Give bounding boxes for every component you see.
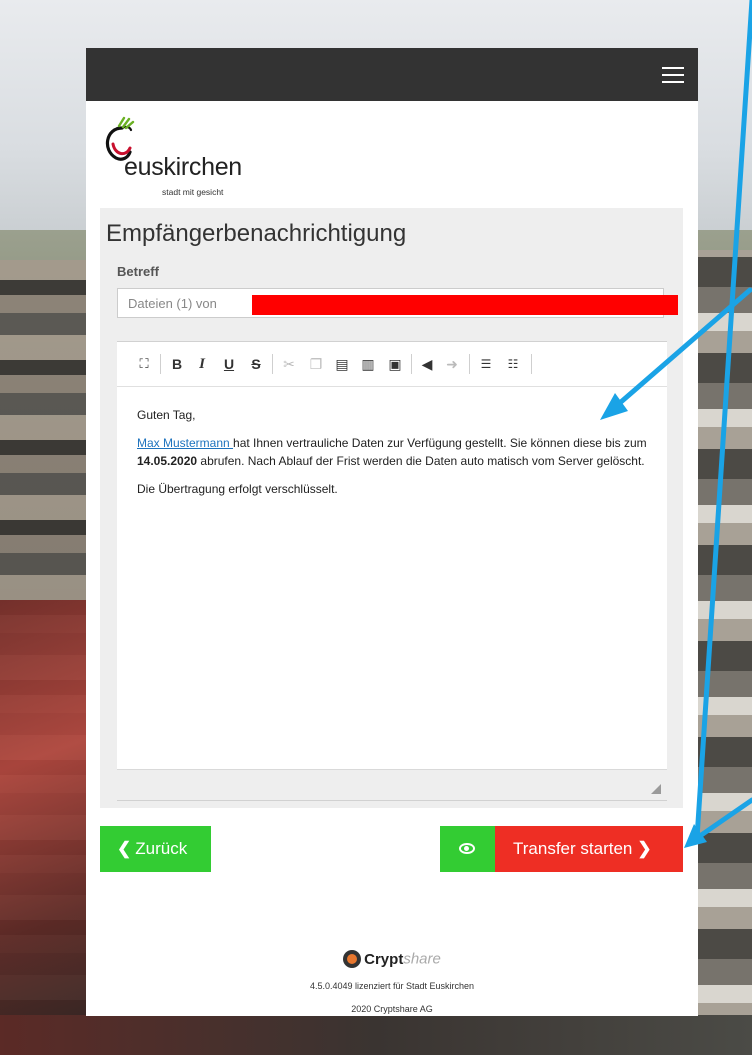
closing-text: Die Übertragung erfolgt verschlüsselt. [137,482,338,496]
start-transfer-button[interactable]: Transfer starten ❯ [495,826,683,872]
top-navigation-bar [86,48,698,101]
cryptshare-logo: Cryptshare [86,950,698,972]
notification-panel: Empfängerbenachrichtigung Betreff Dateie… [100,208,683,808]
chevron-left-icon: ❮ [117,839,132,858]
toolbar-separator [469,354,470,374]
brand-name-bold: Crypt [364,950,404,968]
subject-input[interactable]: Dateien (1) von [117,288,678,318]
copy-icon[interactable]: ❐ [307,355,325,373]
message-text-part1: hat Ihnen vertrauliche Daten zur Verfügu… [233,436,647,450]
start-transfer-label: Transfer starten [513,839,633,858]
cryptshare-logo-icon [343,950,362,968]
sender-link[interactable]: Max Mustermann [137,436,233,450]
back-button[interactable]: ❮ Zurück [100,826,211,872]
expiry-date: 14.05.2020 [137,454,198,468]
paste-word-icon[interactable]: ▣ [386,355,404,373]
toolbar-separator [272,354,273,374]
strikethrough-icon[interactable]: S [247,355,265,373]
logo-tagline: stadt mit gesicht [162,187,224,197]
rich-text-editor[interactable]: ⛶ B I U S ✂ ❐ ▤ ▥ ▣ ◀ ➜ ☰ ☷ Guten Tag, M… [117,341,667,801]
bold-icon[interactable]: B [168,355,186,373]
version-text: 4.5.0.4049 lizenziert für Stadt Euskirch… [309,981,475,991]
background-rooftops-bottom [0,1015,752,1055]
background-roof-left [0,600,90,1055]
subject-label: Betreff [117,264,159,279]
greeting-text: Guten Tag, [137,408,196,422]
message-text-part2: abrufen. Nach Ablauf der Frist werden di… [197,454,645,468]
back-button-label: Zurück [135,839,188,858]
italic-icon[interactable]: I [193,355,211,373]
eye-icon [459,843,475,854]
toolbar-separator [411,354,412,374]
subject-input-value: Dateien (1) von [128,296,217,311]
logo-wordmark: euskirchen [124,153,242,181]
underline-icon[interactable]: U [220,355,238,373]
paste-icon[interactable]: ▤ [333,355,351,373]
resize-handle-icon[interactable] [651,784,661,794]
bulleted-list-icon[interactable]: ☷ [504,355,522,373]
background-buildings-right [690,250,752,1055]
editor-statusbar [117,769,667,800]
numbered-list-icon[interactable]: ☰ [477,355,495,373]
redaction-box [252,295,678,315]
message-body[interactable]: Guten Tag, Max Mustermann hat Ihnen vert… [137,406,647,508]
copyright-text: 2020 Cryptshare AG [351,1004,433,1014]
page-title: Empfängerbenachrichtigung [106,220,407,247]
hamburger-menu-icon[interactable] [662,67,684,83]
editor-toolbar: ⛶ B I U S ✂ ❐ ▤ ▥ ▣ ◀ ➜ ☰ ☷ [117,342,667,387]
message-paragraph: Max Mustermann hat Ihnen vertrauliche Da… [137,434,647,470]
main-card: euskirchen stadt mit gesicht Empfängerbe… [86,48,698,1016]
maximize-icon[interactable]: ⛶ [135,355,153,373]
redo-icon[interactable]: ➜ [443,355,461,373]
brand-name-italic: share [403,950,441,968]
preview-button[interactable] [440,826,495,872]
undo-icon[interactable]: ◀ [418,355,436,373]
toolbar-separator [531,354,532,374]
cut-icon[interactable]: ✂ [280,355,298,373]
paste-text-icon[interactable]: ▥ [359,355,377,373]
toolbar-separator [160,354,161,374]
chevron-right-icon: ❯ [637,839,652,858]
euskirchen-logo: euskirchen stadt mit gesicht [100,116,260,200]
